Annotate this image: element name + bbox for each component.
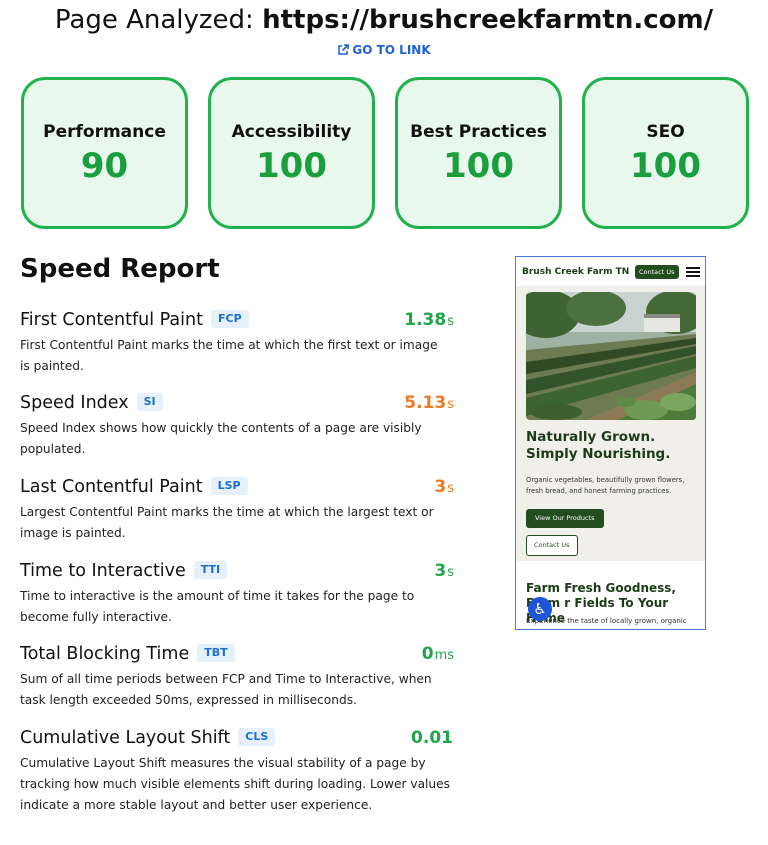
metric-abbr-badge: SI [136,393,163,411]
metric-description: Largest Contentful Paint marks the time … [20,505,434,540]
go-to-link[interactable]: GO TO LINK [0,42,768,58]
accessibility-icon: ♿ [528,597,552,621]
metric-abbr-badge: TTI [193,561,228,579]
metric-description: First Contentful Paint marks the time at… [20,338,438,373]
metric-tti: Time to Interactive TTI 3s Time to intera… [20,558,454,628]
metric-value: 1.38s [404,310,454,330]
preview-hero-text: Organic vegetables, beautifully grown fl… [526,476,685,495]
metric-name: Total Blocking Time [20,644,190,664]
metric-abbr-badge: LSP [210,477,248,495]
metric-abbr-badge: CLS [238,728,276,746]
hamburger-menu-icon [686,267,700,277]
preview-brand: Brush Creek Farm TN [522,267,630,277]
preview-navbar: Brush Creek Farm TN Contact Us [522,265,700,281]
preview-view-products-button: View Our Products [526,509,604,528]
score-name: SEO [646,122,685,142]
metric-lcp: Last Contentful Paint LSP 3s Largest Cont… [20,474,454,544]
score-value: 90 [80,146,129,186]
score-card-accessibility: Accessibility 100 [208,77,375,229]
metric-tbt: Total Blocking Time TBT 0ms Sum of all ti… [20,641,454,711]
preview-nav-contact-button: Contact Us [635,265,679,279]
metric-name: Time to Interactive [20,561,186,581]
farm-field-photo [526,292,696,420]
preview-contact-button: Contact Us [526,535,578,556]
page-analyzed-label: Page Analyzed: [54,5,254,35]
metric-description: Cumulative Layout Shift measures the vis… [20,756,451,812]
metric-value: 5.13s [404,393,454,413]
score-card-seo: SEO 100 [582,77,749,229]
metric-name: Speed Index [20,393,129,413]
metric-value: 3s [434,561,454,581]
metric-fcp: First Contentful Paint FCP 1.38s First Co… [20,307,454,377]
score-card-performance: Performance 90 [21,77,188,229]
metric-abbr-badge: FCP [210,310,249,328]
metric-si: Speed Index SI 5.13s Speed Index shows ho… [20,390,454,460]
metric-value: 3s [434,477,454,497]
metric-name: Last Contentful Paint [20,477,203,497]
score-name: Accessibility [231,122,352,142]
metric-abbr-badge: TBT [197,644,235,662]
score-name: Performance [43,122,166,142]
metric-description: Sum of all time periods between FCP and … [20,672,432,707]
page-screenshot-preview: Brush Creek Farm TN Contact Us Naturally… [515,256,706,630]
metric-name: First Contentful Paint [20,310,203,330]
score-value: 100 [256,146,327,186]
score-value: 100 [630,146,701,186]
metric-value: 0ms [421,644,454,664]
metric-name: Cumulative Layout Shift [20,728,231,748]
score-value: 100 [443,146,514,186]
analyzed-url: https://brushcreekfarmtn.com/ [262,5,714,35]
metric-description: Speed Index shows how quickly the conten… [20,421,422,456]
speed-report-title: Speed Report [20,254,220,284]
external-link-icon [338,44,350,55]
metric-value: 0.01 [411,728,453,748]
score-name: Best Practices [410,122,547,142]
metric-cls: Cumulative Layout Shift CLS 0.01 Cumulati… [20,725,454,816]
page-title: Page Analyzed: https://brushcreekfarmtn.… [0,3,768,37]
preview-section-text: Experience the taste of locally grown, o… [526,617,687,625]
go-to-link-label: GO TO LINK [352,43,431,57]
metric-description: Time to interactive is the amount of tim… [20,589,415,624]
preview-hero-title: Naturally Grown. Simply Nourishing. [526,429,671,462]
score-card-best-practices: Best Practices 100 [395,77,562,229]
